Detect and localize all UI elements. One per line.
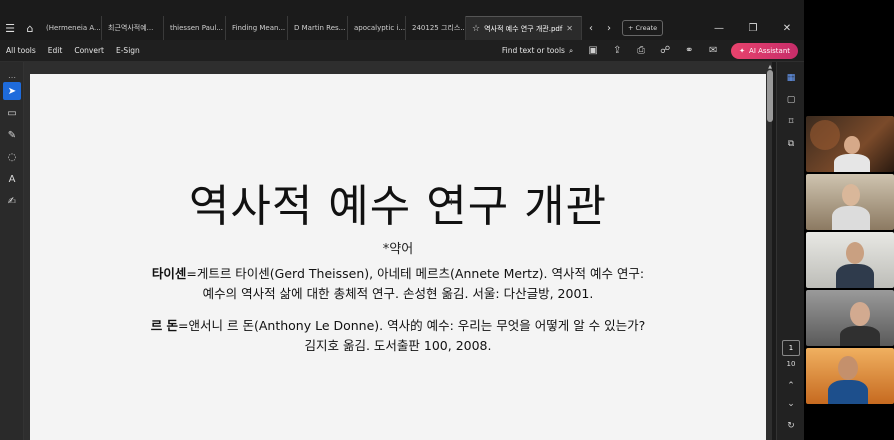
- participant-video-tile[interactable]: [806, 116, 894, 172]
- page-title: 역사적 예수 연구 개관: [188, 181, 608, 232]
- abbreviations-heading: *약어: [382, 242, 414, 257]
- upload-icon[interactable]: ⇪: [605, 40, 629, 62]
- text-box-icon[interactable]: A: [3, 170, 21, 188]
- participant-avatar: [836, 264, 874, 288]
- right-tool-rail: ▦ ▢ ⌑ ⧉ 1 10 ⌃ ⌄ ↻: [776, 62, 804, 440]
- document-viewport[interactable]: 역사적 예수 연구 개관 I *약어 타이센=게트르 타이센(Gerd Thei…: [24, 62, 772, 440]
- save-icon[interactable]: ▣: [581, 40, 605, 62]
- tab-thiessen[interactable]: thiessen Paul...: [164, 16, 226, 40]
- close-icon[interactable]: ✕: [566, 24, 573, 33]
- tab-active-document[interactable]: ☆ 역사적 예수 연구 개관.pdf ✕: [466, 16, 582, 40]
- select-cursor-icon[interactable]: ➤: [3, 82, 21, 100]
- restore-icon[interactable]: ❐: [736, 16, 770, 40]
- tab-martin[interactable]: D Martin Res...: [288, 16, 348, 40]
- text-cursor-icon: I: [450, 198, 453, 208]
- participant-avatar: [834, 154, 870, 172]
- participant-avatar: [850, 302, 870, 326]
- chevron-up-icon[interactable]: ⌃: [783, 378, 799, 394]
- refresh-icon[interactable]: ↻: [783, 418, 799, 434]
- participant-avatar: [844, 136, 860, 154]
- comments-panel-icon[interactable]: ▢: [783, 92, 799, 108]
- participant-avatar: [846, 242, 864, 264]
- participant-video-tile[interactable]: [806, 232, 894, 288]
- reference-abbreviation: 타이센: [151, 266, 187, 281]
- participant-avatar: [840, 326, 880, 346]
- reference-line: 예수의 역사적 삶에 대한 총체적 연구. 손성현 옮김. 서울: 다산글방, …: [202, 286, 594, 301]
- home-icon[interactable]: ⌂: [20, 16, 40, 40]
- tab-bar: ☰ ⌂ (Hermeneia A... 최근역사적예... thiessen P…: [0, 16, 804, 40]
- minimize-icon[interactable]: —: [702, 16, 736, 40]
- current-page-field[interactable]: 1: [782, 340, 800, 356]
- reference-abbreviation: 르 돈: [150, 318, 179, 333]
- tab-recent-historical[interactable]: 최근역사적예...: [102, 16, 164, 40]
- search-icon: ⌕: [568, 45, 574, 55]
- reference-line: =게트르 타이센(Gerd Theissen), 아네테 메르츠(Annete …: [186, 266, 645, 281]
- pdf-viewer-window: ☰ ⌂ (Hermeneia A... 최근역사적예... thiessen P…: [0, 0, 804, 440]
- scroll-thumb[interactable]: [767, 70, 773, 122]
- reference-entry: 르 돈=앤서니 르 돈(Anthony Le Donne). 역사的 예수: 우…: [30, 316, 766, 356]
- chevron-right-icon[interactable]: ›: [600, 16, 618, 40]
- total-pages: 10: [786, 360, 796, 368]
- pages-panel-icon[interactable]: ⧉: [783, 136, 799, 152]
- reference-entry: 타이센=게트르 타이센(Gerd Theissen), 아네테 메르츠(Anne…: [30, 264, 766, 304]
- participant-avatar: [838, 356, 858, 380]
- share-icon[interactable]: ☍: [653, 40, 677, 62]
- participant-video-tile[interactable]: [806, 348, 894, 404]
- vertical-scrollbar[interactable]: ▲: [766, 64, 774, 440]
- chevron-down-icon[interactable]: ⌄: [783, 396, 799, 412]
- window-controls: — ❐ ✕: [702, 16, 804, 40]
- star-icon[interactable]: ☆: [472, 24, 480, 34]
- tab-finding-meaning[interactable]: Finding Mean...: [226, 16, 288, 40]
- menu-convert[interactable]: Convert: [68, 46, 110, 55]
- tab-apocalyptic[interactable]: apocalyptic i...: [348, 16, 406, 40]
- create-button[interactable]: + Create: [622, 20, 664, 36]
- participant-avatar: [828, 380, 868, 404]
- comment-icon[interactable]: ▭: [3, 104, 21, 122]
- pen-icon[interactable]: ✎: [3, 126, 21, 144]
- print-icon[interactable]: ⎙: [629, 40, 653, 62]
- bookmark-panel-icon[interactable]: ⌑: [783, 114, 799, 130]
- tab-hermeneia[interactable]: (Hermeneia A...: [40, 16, 102, 40]
- reference-line: 김지호 옮김. 도서출판 100, 2008.: [304, 338, 492, 353]
- link-icon[interactable]: ⚭: [677, 40, 701, 62]
- participant-background: [810, 120, 840, 150]
- main-toolbar: All tools Edit Convert E-Sign Find text …: [0, 40, 804, 62]
- chevron-left-icon[interactable]: ‹: [582, 16, 600, 40]
- window-close-icon[interactable]: ✕: [770, 16, 804, 40]
- email-icon[interactable]: ✉: [701, 40, 725, 62]
- menu-e-sign[interactable]: E-Sign: [110, 46, 146, 55]
- find-text-button[interactable]: Find text or tools ⌕: [502, 46, 573, 56]
- participant-avatar: [832, 206, 870, 230]
- participant-video-tile[interactable]: [806, 290, 894, 346]
- participant-video-tile[interactable]: [806, 174, 894, 230]
- ai-panel-icon[interactable]: ▦: [783, 70, 799, 86]
- lasso-icon[interactable]: ◌: [3, 148, 21, 166]
- signature-icon[interactable]: ✍: [3, 192, 21, 210]
- sparkle-icon: ✦: [739, 46, 746, 55]
- left-tool-rail: ⋯ ➤ ▭ ✎ ◌ A ✍: [0, 62, 24, 440]
- tab-240125[interactable]: 240125 그리스...: [406, 16, 466, 40]
- menu-all-tools[interactable]: All tools: [0, 46, 42, 55]
- menu-edit[interactable]: Edit: [42, 46, 69, 55]
- screen: ☰ ⌂ (Hermeneia A... 최근역사적예... thiessen P…: [0, 0, 894, 440]
- pdf-page: 역사적 예수 연구 개관 I *약어 타이센=게트르 타이센(Gerd Thei…: [30, 74, 766, 440]
- video-call-strip: [804, 0, 894, 440]
- participant-avatar: [842, 184, 860, 206]
- reference-line: =앤서니 르 돈(Anthony Le Donne). 역사的 예수: 우리는 …: [178, 318, 646, 333]
- ai-assistant-button[interactable]: ✦ AI Assistant: [731, 42, 798, 59]
- menu-icon[interactable]: ☰: [0, 16, 20, 40]
